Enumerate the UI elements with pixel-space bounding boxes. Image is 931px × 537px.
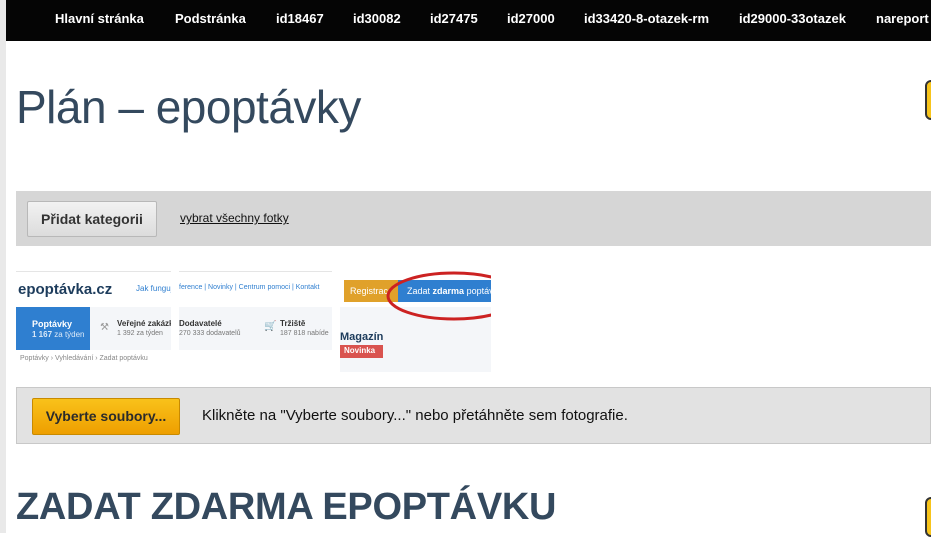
thumbnail-text: Tržiště bbox=[280, 319, 306, 328]
thumbnail-breadcrumb: Poptávky › Vyhledávání › Zadat poptávku bbox=[20, 355, 148, 362]
thumbnail-tab: ⚒ Veřejné zakázky 1 392 za týden bbox=[90, 307, 171, 350]
category-toolbar: Přidat kategorii vybrat všechny fotky bbox=[16, 191, 931, 246]
thumbnail-text: 270 333 dodavatelů bbox=[179, 330, 241, 337]
page-left-edge bbox=[0, 0, 6, 533]
thumbnail-text: Magazín bbox=[340, 331, 384, 343]
thumbnail-text: 1 167 za týden bbox=[32, 330, 85, 339]
photo-thumbnail[interactable]: Registrac Zadat zdarma poptáv Magazín No… bbox=[340, 271, 491, 372]
upload-dropzone[interactable]: Vyberte soubory... Klikněte na "Vyberte … bbox=[16, 387, 931, 444]
red-circle-annotation bbox=[386, 271, 491, 321]
thumbnail-text: Registrac bbox=[350, 286, 389, 296]
thumbnail-text: Poptávky bbox=[32, 319, 73, 329]
section-heading: ZADAT ZDARMA EPOPTÁVKU bbox=[16, 486, 557, 528]
thumbnail-logo: epoptávka.cz bbox=[18, 281, 113, 298]
thumbnail-text: Novinka bbox=[344, 346, 376, 355]
add-category-button[interactable]: Přidat kategorii bbox=[27, 201, 157, 237]
thumbnail-text: Veřejné zakázky bbox=[117, 319, 171, 328]
nav-item-home[interactable]: Hlavní stránka bbox=[55, 0, 144, 41]
thumbnail-text: ference | Novinky | Centrum pomoci | Kon… bbox=[179, 284, 320, 291]
nav-item-id33420[interactable]: id33420-8-otazek-rm bbox=[584, 0, 709, 41]
thumbnail-text: 1 392 za týden bbox=[117, 330, 163, 337]
side-panel-tab[interactable] bbox=[925, 497, 931, 537]
thumbnail-tab: Dodavatelé 270 333 dodavatelů 🛒 Tržiště … bbox=[179, 307, 332, 350]
thumbnail-badge: Novinka bbox=[340, 345, 383, 358]
top-navigation: Hlavní stránka Podstránka id18467 id3008… bbox=[6, 0, 931, 41]
upload-hint: Klikněte na "Vyberte soubory..." nebo př… bbox=[202, 407, 628, 424]
thumbnail-active-tab: Poptávky 1 167 za týden bbox=[16, 307, 90, 350]
thumbnail-text: Jak funguje bbox=[136, 284, 171, 293]
choose-files-button[interactable]: Vyberte soubory... bbox=[32, 398, 180, 435]
nav-item-id30082[interactable]: id30082 bbox=[353, 0, 401, 41]
nav-item-id29000[interactable]: id29000-33otazek bbox=[739, 0, 846, 41]
cart-icon: 🛒 bbox=[264, 321, 277, 332]
nav-item-id18467[interactable]: id18467 bbox=[276, 0, 324, 41]
nav-item-nareport[interactable]: nareport bbox=[876, 0, 929, 41]
side-panel-tab[interactable] bbox=[925, 80, 931, 120]
nav-item-id27475[interactable]: id27475 bbox=[430, 0, 478, 41]
select-all-photos-link[interactable]: vybrat všechny fotky bbox=[180, 211, 289, 225]
page-title: Plán – epoptávky bbox=[16, 81, 361, 133]
thumbnail-border bbox=[179, 271, 332, 272]
photo-thumbnail[interactable]: epoptávka.cz Jak funguje Poptávky 1 167 … bbox=[16, 271, 171, 372]
photo-thumbnail[interactable]: ference | Novinky | Centrum pomoci | Kon… bbox=[179, 271, 332, 372]
hammer-icon: ⚒ bbox=[100, 322, 109, 333]
thumbnail-border bbox=[16, 271, 171, 272]
thumbnail-text: Dodavatelé bbox=[179, 319, 222, 328]
nav-item-id27000[interactable]: id27000 bbox=[507, 0, 555, 41]
thumbnail-text: 187 818 nabíde bbox=[280, 330, 329, 337]
nav-item-subpage[interactable]: Podstránka bbox=[175, 0, 246, 41]
